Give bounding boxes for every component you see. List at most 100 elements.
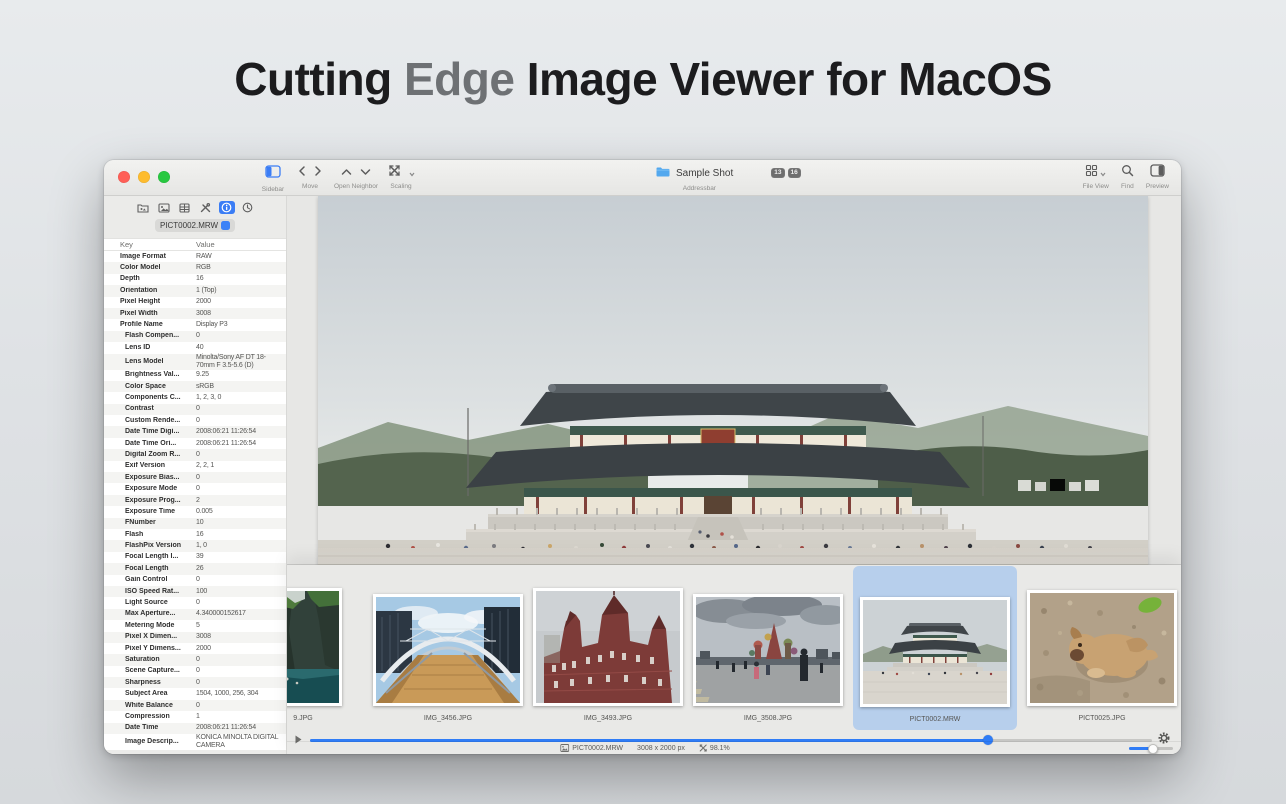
- kv-value: 0: [196, 485, 286, 493]
- find-button[interactable]: Find: [1121, 165, 1134, 190]
- addressbar[interactable]: Sample Shot 13 16 Addressbar: [656, 164, 801, 192]
- tab-info-icon[interactable]: [219, 201, 235, 214]
- kv-key: White Balance: [104, 702, 196, 710]
- open-neighbor-label: Open Neighbor: [334, 183, 378, 190]
- kv-row[interactable]: Date Time Ori...2008:06:21 11:26:54: [104, 438, 286, 449]
- kv-key: Pixel Height: [104, 298, 196, 306]
- kv-row[interactable]: Pixel Y Dimens...2000: [104, 643, 286, 654]
- kv-key: ISO Speed Rat...: [104, 588, 196, 596]
- kv-row[interactable]: Pixel X Dimen...3008: [104, 632, 286, 643]
- minimize-button[interactable]: [138, 171, 150, 183]
- open-neighbor-up-icon[interactable]: [341, 164, 352, 182]
- tab-table-icon[interactable]: [177, 201, 193, 214]
- kv-row[interactable]: ISO Speed Rat...100: [104, 586, 286, 597]
- preview-label: Preview: [1146, 183, 1169, 190]
- kv-value: KONICA MINOLTA DIGITAL CAMERA: [196, 734, 286, 750]
- move-back-icon[interactable]: [298, 164, 306, 182]
- kv-row[interactable]: Depth16: [104, 274, 286, 285]
- kv-value: 1 (Top): [196, 287, 286, 295]
- kv-key: FNumber: [104, 519, 196, 527]
- tab-folder-icon[interactable]: [135, 201, 151, 214]
- kv-row[interactable]: Exposure Prog...2: [104, 495, 286, 506]
- kv-row[interactable]: Color SpacesRGB: [104, 381, 286, 392]
- kv-row[interactable]: Date Time2008:06:21 11:26:54: [104, 723, 286, 734]
- inspector-tabs: [104, 201, 286, 214]
- kv-row[interactable]: Exposure Time0.005: [104, 506, 286, 517]
- close-button[interactable]: [118, 171, 130, 183]
- kv-key: Profile Name: [104, 321, 196, 329]
- move-forward-icon[interactable]: [314, 164, 322, 182]
- kv-row[interactable]: Lens ID40: [104, 342, 286, 353]
- kv-key: Pixel X Dimen...: [104, 633, 196, 641]
- kv-row[interactable]: Pixel Width3008: [104, 308, 286, 319]
- file-pill[interactable]: PICT0002.MRW: [155, 219, 235, 232]
- kv-row[interactable]: White Balance0: [104, 700, 286, 711]
- thumbnail-image-cliff: [287, 588, 342, 706]
- filmstrip-item-selected[interactable]: PICT0002.MRW: [853, 566, 1017, 730]
- scaling-button[interactable]: Scaling: [384, 165, 418, 190]
- kv-row[interactable]: Brightness Val...9.25: [104, 370, 286, 381]
- zoom-button[interactable]: [158, 171, 170, 183]
- kv-row[interactable]: Orientation1 (Top): [104, 285, 286, 296]
- kv-row[interactable]: Image Descrip...KONICA MINOLTA DIGITAL C…: [104, 734, 286, 750]
- kv-row[interactable]: Exposure Mode0: [104, 483, 286, 494]
- kv-row[interactable]: Metering Mode5: [104, 620, 286, 631]
- thumbnail-filename: IMG_3493.JPG: [584, 715, 632, 727]
- status-filename-group: PICT0002.MRW: [560, 744, 623, 754]
- kv-row[interactable]: Contrast0: [104, 404, 286, 415]
- kv-row[interactable]: Compression1: [104, 711, 286, 722]
- kv-row[interactable]: Date Time Digi...2008:06:21 11:26:54: [104, 426, 286, 437]
- filmstrip-item[interactable]: 9.JPG: [287, 569, 363, 727]
- kv-row[interactable]: Lens ModelMinolta/Sony AF DT 18-70mm F 3…: [104, 354, 286, 370]
- tab-image-icon[interactable]: [156, 201, 172, 214]
- kv-row[interactable]: Image FormatRAW: [104, 251, 286, 262]
- kv-header-key: Key: [104, 240, 196, 249]
- kv-row[interactable]: FNumber10: [104, 518, 286, 529]
- kv-row[interactable]: Focal Length26: [104, 563, 286, 574]
- filmstrip-item[interactable]: IMG_3456.JPG: [373, 569, 523, 727]
- main-photo[interactable]: [318, 196, 1148, 576]
- kv-value: 39: [196, 553, 286, 561]
- kv-value: 40: [196, 344, 286, 352]
- filmstrip-item[interactable]: PICT0025.JPG: [1027, 569, 1177, 727]
- kv-row[interactable]: Sharpness0: [104, 677, 286, 688]
- kv-row[interactable]: Profile NameDisplay P3: [104, 319, 286, 330]
- kv-row[interactable]: Exposure Bias...0: [104, 472, 286, 483]
- open-neighbor-buttons[interactable]: Open Neighbor: [328, 165, 384, 190]
- kv-row[interactable]: Scene Capture...0: [104, 666, 286, 677]
- sidebar-toggle-button[interactable]: Sidebar: [254, 165, 292, 193]
- kv-value: 0: [196, 679, 286, 687]
- filmstrip: 9.JPG IMG_3456.JPG IMG_3493.JPG: [287, 565, 1181, 754]
- filmstrip-item[interactable]: IMG_3493.JPG: [533, 569, 683, 727]
- kv-row[interactable]: Light Source0: [104, 597, 286, 608]
- kv-key: Saturation: [104, 656, 196, 664]
- kv-row[interactable]: Digital Zoom R...0: [104, 449, 286, 460]
- addressbar-caption: Addressbar: [683, 185, 716, 192]
- kv-row[interactable]: Focal Length I...39: [104, 552, 286, 563]
- kv-row[interactable]: Subject Area1504, 1000, 256, 304: [104, 688, 286, 699]
- filmstrip-item[interactable]: IMG_3508.JPG: [693, 569, 843, 727]
- kv-row[interactable]: Color ModelRGB: [104, 262, 286, 273]
- kv-row[interactable]: Exif Version2, 2, 1: [104, 461, 286, 472]
- kv-key: Exposure Prog...: [104, 497, 196, 505]
- kv-row[interactable]: Gain Control0: [104, 575, 286, 586]
- kv-row[interactable]: Custom Rende...0: [104, 415, 286, 426]
- kv-row[interactable]: Saturation0: [104, 654, 286, 665]
- kv-value: 1: [196, 713, 286, 721]
- kv-row[interactable]: Flash Compen...0: [104, 331, 286, 342]
- file-view-chevron-icon: [1100, 164, 1106, 182]
- kv-row[interactable]: Pixel Height2000: [104, 297, 286, 308]
- kv-row[interactable]: Max Aperture...4.340000152617: [104, 609, 286, 620]
- tab-adjust-icon[interactable]: [198, 201, 214, 214]
- thumbnail-size-slider[interactable]: [1129, 747, 1173, 750]
- open-neighbor-down-icon[interactable]: [360, 164, 371, 182]
- move-buttons[interactable]: Move: [290, 165, 330, 190]
- file-view-button[interactable]: File View: [1083, 165, 1109, 190]
- preview-button[interactable]: Preview: [1146, 165, 1169, 190]
- kv-row[interactable]: FlashPix Version1, 0: [104, 540, 286, 551]
- kv-row[interactable]: Flash16: [104, 529, 286, 540]
- thumbsize-slider-knob[interactable]: [1148, 744, 1158, 754]
- kv-row[interactable]: Components C...1, 2, 3, 0: [104, 392, 286, 403]
- kv-value: 2008:06:21 11:26:54: [196, 724, 286, 732]
- tab-history-icon[interactable]: [240, 201, 256, 214]
